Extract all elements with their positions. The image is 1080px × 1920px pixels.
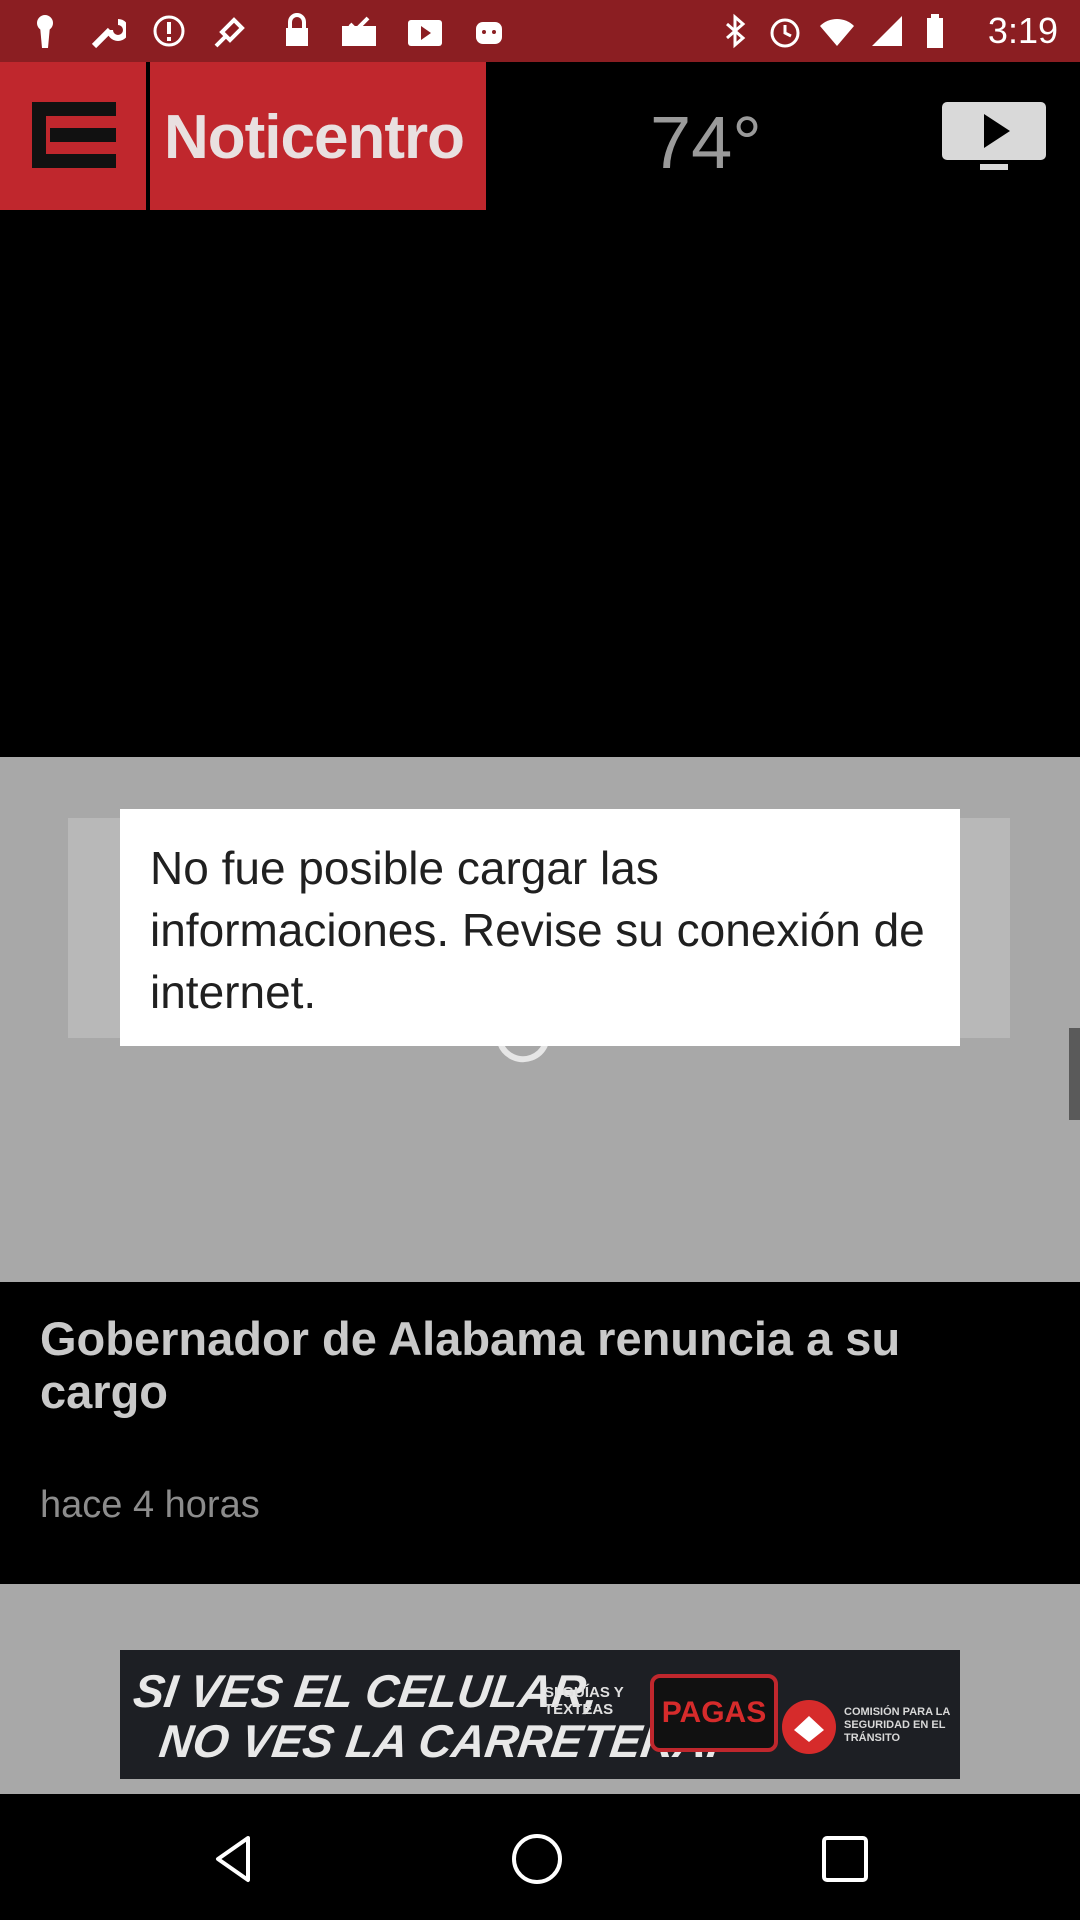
fake-gps-icon [212,12,250,50]
brand-name: Noticentro [164,103,465,172]
status-bar: 3:19 [0,0,1080,62]
navigation-bar [0,1794,1080,1920]
menu-button[interactable] [0,62,146,210]
live-tv-button[interactable] [940,100,1048,172]
scrollbar-thumb[interactable] [1069,1028,1080,1120]
wrench-icon [88,12,129,50]
ad-organization: COMISIÓN PARA LA SEGURIDAD EN EL TRÁNSIT… [844,1706,950,1744]
ad-pagas-badge: PAGAS [650,1674,778,1752]
ad-subtext: SI GUÍAS Y TEXTEAS [544,1684,624,1718]
play-store-icon [406,12,444,50]
bluetooth-icon [716,12,754,50]
recents-icon[interactable] [820,1834,870,1884]
video-player[interactable] [0,210,1080,757]
battery-icon [916,12,954,50]
home-icon[interactable] [510,1832,564,1886]
keyhole-icon [26,12,64,50]
ad-line-1: SI VES EL CELULAR, [130,1665,602,1717]
news-card[interactable]: Gobernador de Alabama renuncia a su carg… [0,1282,1080,1584]
ad-line-2: NO VES LA CARRETERA. [156,1715,725,1767]
brand-logo[interactable]: Noticentro [150,62,486,210]
mail-check-icon [340,12,378,50]
news-timestamp: hace 4 horas [40,1484,260,1526]
error-message: No fue posible cargar las informaciones.… [150,842,925,1018]
wifi-icon [818,12,856,50]
android-icon [470,12,508,50]
tv-play-icon [942,102,1046,170]
status-clock: 3:19 [987,10,1058,51]
weather-temperature[interactable]: 74° [650,100,762,185]
news-title[interactable]: Gobernador de Alabama renuncia a su carg… [40,1312,1040,1418]
ad-org-logo-icon [782,1700,836,1754]
signal-icon [868,12,906,50]
app-header: Noticentro 74° [0,62,1080,210]
error-dialog[interactable]: No fue posible cargar las informaciones.… [120,809,960,1046]
back-icon[interactable] [210,1834,260,1884]
alarm-icon [766,12,804,50]
alert-icon [150,12,188,50]
lock-icon [278,12,316,50]
ad-banner[interactable]: SI VES EL CELULAR, NO VES LA CARRETERA. … [120,1650,960,1779]
